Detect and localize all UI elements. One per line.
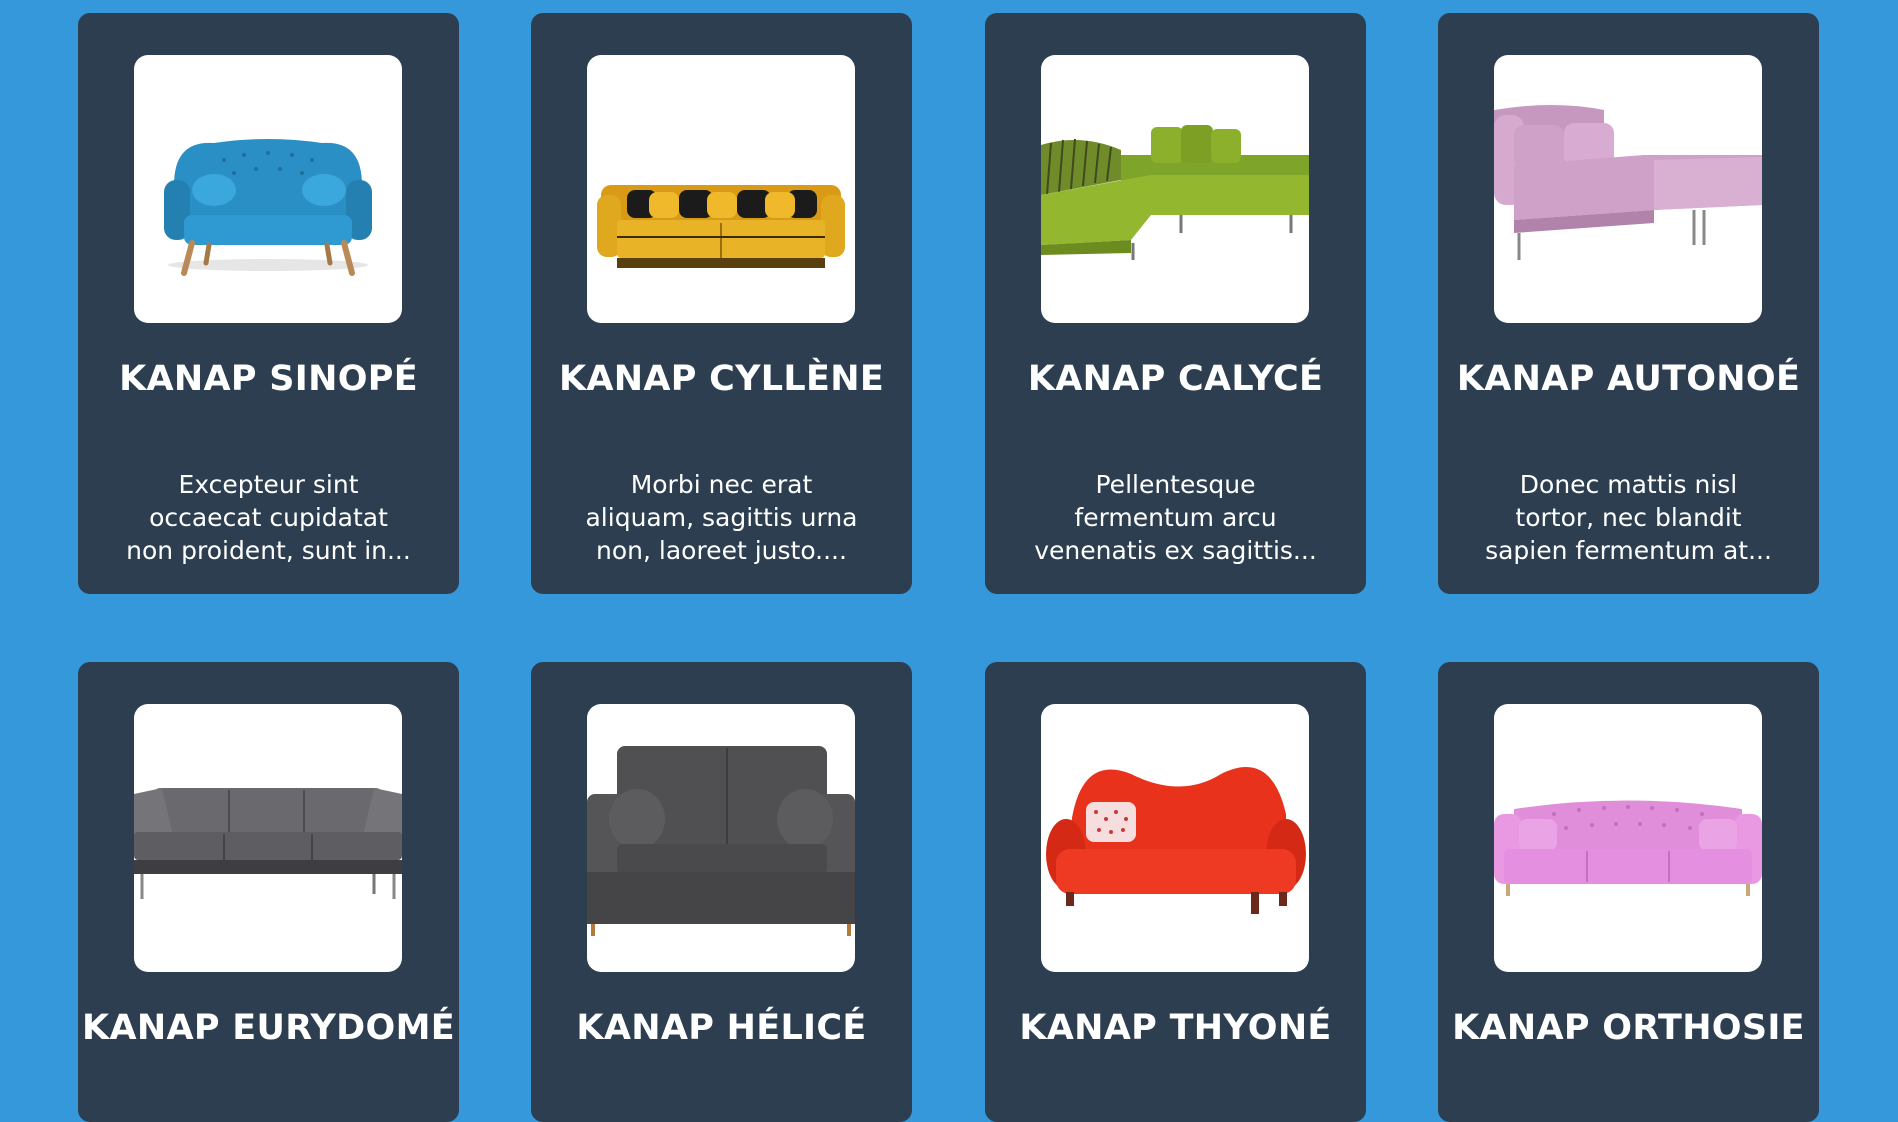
product-image [134,55,402,323]
description-line: aliquam, sagittis urna [585,503,858,532]
description-line: venenatis ex sagittis... [1034,536,1317,565]
sofa-image [1494,800,1762,896]
product-description: Excepteur sint occaecat cupidatat non pr… [122,468,415,567]
product-card-sinope[interactable]: KANAP SINOPÉ Excepteur sint occaecat cup… [78,13,459,594]
product-description: Donec mattis nisl tortor, nec blandit sa… [1482,468,1775,567]
product-image [587,704,855,972]
product-name: KANAP THYONÉ [1019,1008,1332,1048]
product-card-eurydome[interactable]: KANAP EURYDOMÉ [78,662,459,1122]
product-image [1494,704,1762,972]
product-name: KANAP SINOPÉ [119,359,418,399]
description-line: tortor, nec blandit [1515,503,1742,532]
product-image [1494,55,1762,323]
description-line: Morbi nec erat [630,470,813,499]
product-card-autonoe[interactable]: KANAP AUTONOÉ Donec mattis nisl tortor, … [1438,13,1819,594]
product-card-helice[interactable]: KANAP HÉLICÉ [531,662,912,1122]
sofa-image [597,185,845,268]
product-card-orthosie[interactable]: KANAP ORTHOSIE [1438,662,1819,1122]
product-description: Pellentesque fermentum arcu venenatis ex… [1029,468,1322,567]
product-card-calyce[interactable]: KANAP CALYCÉ Pellentesque fermentum arcu… [985,13,1366,594]
product-name: KANAP HÉLICÉ [576,1008,867,1048]
sofa-image [1046,767,1306,914]
product-card-thyone[interactable]: KANAP THYONÉ [985,662,1366,1122]
product-description: Morbi nec erat aliquam, sagittis urna no… [575,468,868,567]
product-image [1041,55,1309,323]
description-line: Excepteur sint [178,470,359,499]
product-card-cyllene[interactable]: KANAP CYLLÈNE Morbi nec erat aliquam, sa… [531,13,912,594]
product-name: KANAP EURYDOMÉ [82,1008,455,1048]
product-image [587,55,855,323]
description-line: Donec mattis nisl [1519,470,1738,499]
sofa-image [1494,105,1762,260]
description-line: fermentum arcu [1074,503,1277,532]
description-line: non proident, sunt in... [126,536,411,565]
description-line: Pellentesque [1095,470,1256,499]
description-line: non, laoreet justo.... [596,536,847,565]
product-image [1041,704,1309,972]
product-grid: KANAP SINOPÉ Excepteur sint occaecat cup… [0,0,1898,1122]
sofa-image [587,746,855,936]
sofa-image [134,788,402,899]
product-name: KANAP CYLLÈNE [558,359,885,399]
product-image [134,704,402,972]
sofa-image [164,139,372,276]
sofa-image [1041,125,1309,260]
product-name: KANAP AUTONOÉ [1456,359,1801,399]
description-line: sapien fermentum at... [1485,536,1772,565]
description-line: occaecat cupidatat [149,503,388,532]
product-name: KANAP CALYCÉ [1027,359,1324,399]
product-name: KANAP ORTHOSIE [1452,1008,1805,1048]
